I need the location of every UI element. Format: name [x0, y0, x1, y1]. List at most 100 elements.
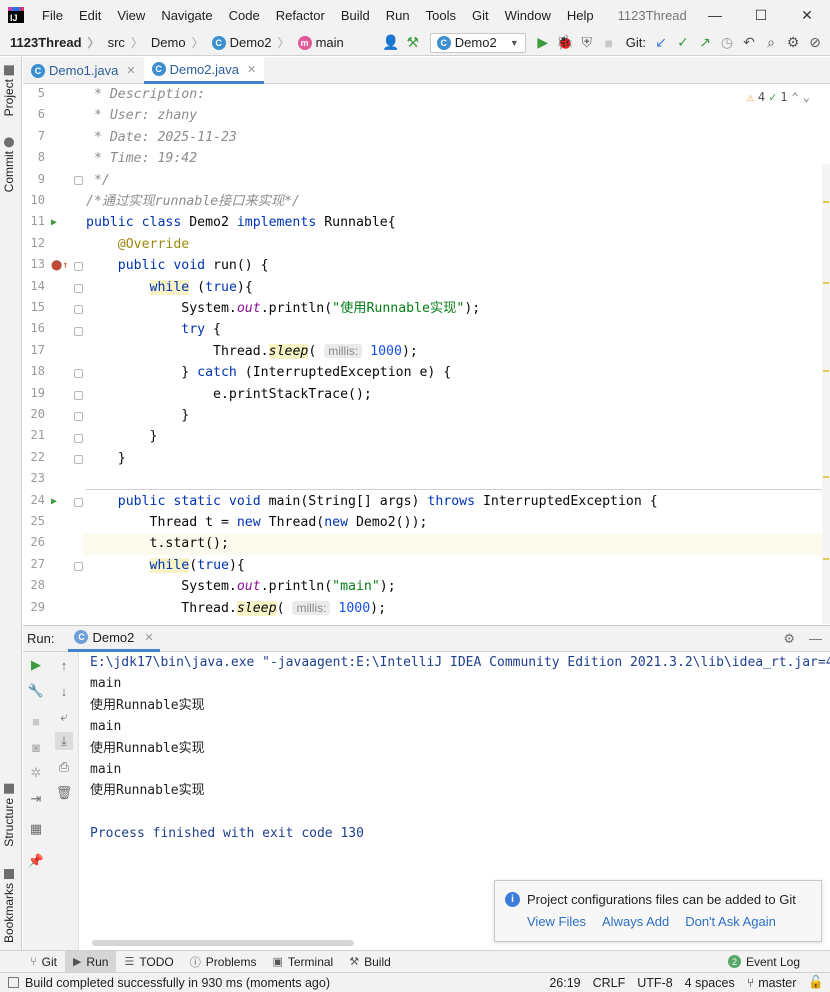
commit-tool-tab[interactable]: Commit	[2, 137, 16, 192]
menu-edit[interactable]: Edit	[71, 8, 109, 23]
user-icon[interactable]: 👤	[380, 32, 402, 54]
stripe-mark[interactable]	[823, 476, 829, 478]
maximize-icon[interactable]: ☐	[738, 0, 784, 30]
code-editor[interactable]: 5 6 7 8 9 10 11 12 13 14 15 16 17 18 19 …	[23, 84, 830, 624]
run-gutter-icon[interactable]: ▶	[51, 217, 57, 228]
rerun-icon[interactable]: ▶	[27, 656, 45, 674]
run-config-select[interactable]: C Demo2 ▼	[429, 32, 526, 53]
fold-marker-icon[interactable]	[74, 327, 83, 336]
override-gutter-icon[interactable]: ⬤↑	[51, 260, 68, 271]
run-tab-demo2[interactable]: C Demo2 ✕	[68, 626, 160, 652]
status-message[interactable]: Build completed successfully in 930 ms (…	[0, 976, 330, 990]
pin-icon[interactable]: 📌	[27, 852, 45, 870]
exit-icon[interactable]: ⇥	[27, 790, 45, 808]
stripe-mark[interactable]	[823, 201, 829, 203]
rollback-icon[interactable]: ↶	[738, 32, 760, 54]
breadcrumb-main[interactable]: m main	[290, 35, 344, 50]
fold-marker-icon[interactable]	[74, 498, 83, 507]
menu-window[interactable]: Window	[497, 8, 559, 23]
horizontal-scrollbar[interactable]	[92, 940, 354, 946]
bug-icon[interactable]: ✲	[27, 764, 45, 782]
menu-view[interactable]: View	[109, 8, 153, 23]
coverage-icon[interactable]: ⛨	[576, 32, 598, 54]
code-with-me-icon[interactable]: ⊘	[804, 32, 826, 54]
print-icon[interactable]: ⎙	[55, 758, 73, 776]
view-files-link[interactable]: View Files	[527, 914, 586, 929]
git-update-icon[interactable]: ↙	[650, 32, 672, 54]
fold-marker-icon[interactable]	[74, 305, 83, 314]
chevron-up-icon[interactable]: ⌃	[792, 90, 799, 104]
wrench-icon[interactable]: 🔧	[27, 682, 45, 700]
breadcrumb-project[interactable]: 1123Thread 〉	[0, 34, 100, 51]
tab-demo2-java[interactable]: C Demo2.java ✕	[143, 57, 265, 84]
menu-build[interactable]: Build	[333, 8, 378, 23]
camera-icon[interactable]: ◙	[27, 738, 45, 756]
git-branch-widget[interactable]: ⑂ master	[747, 976, 797, 990]
menu-help[interactable]: Help	[559, 8, 602, 23]
close-icon[interactable]: ✕	[144, 631, 153, 644]
close-icon[interactable]: ✕	[247, 63, 256, 76]
history-icon[interactable]: ◷	[716, 32, 738, 54]
menu-git[interactable]: Git	[464, 8, 497, 23]
tool-tab-todo[interactable]: ☰ TODO	[116, 951, 181, 973]
tool-tab-terminal[interactable]: ▣ Terminal	[264, 951, 341, 973]
run-gutter-icon[interactable]: ▶	[51, 496, 57, 507]
hammer-icon[interactable]: ⚒	[402, 32, 424, 54]
event-log-tab[interactable]: 2 Event Log	[727, 955, 800, 969]
fold-marker-icon[interactable]	[74, 262, 83, 271]
menu-navigate[interactable]: Navigate	[153, 8, 220, 23]
bookmarks-tool-tab[interactable]: Bookmarks	[2, 869, 16, 943]
git-push-icon[interactable]: ↗	[694, 32, 716, 54]
stop-icon[interactable]: ■	[598, 32, 620, 54]
run-icon[interactable]: ▶	[532, 32, 554, 54]
fold-marker-icon[interactable]	[74, 412, 83, 421]
stripe-mark[interactable]	[823, 282, 829, 284]
trash-icon[interactable]: 🗑	[55, 784, 73, 802]
minimize-icon[interactable]: —	[809, 631, 822, 647]
dont-ask-again-link[interactable]: Don't Ask Again	[685, 914, 776, 929]
status-toggle-icon[interactable]	[8, 977, 19, 988]
structure-tool-tab[interactable]: Structure	[2, 784, 16, 847]
menu-refactor[interactable]: Refactor	[268, 8, 333, 23]
file-encoding[interactable]: UTF-8	[637, 976, 672, 990]
stop-icon[interactable]: ■	[27, 712, 45, 730]
chevron-down-icon[interactable]: ⌄	[803, 90, 810, 104]
fold-marker-icon[interactable]	[74, 176, 83, 185]
breadcrumb-src[interactable]: src 〉	[100, 34, 143, 51]
fold-marker-icon[interactable]	[74, 391, 83, 400]
stripe-mark[interactable]	[823, 558, 829, 560]
fold-marker-icon[interactable]	[74, 284, 83, 293]
breadcrumb-demo[interactable]: Demo 〉	[143, 34, 204, 51]
caret-position[interactable]: 26:19	[549, 976, 580, 990]
debug-icon[interactable]: 🐞	[554, 32, 576, 54]
arrow-up-icon[interactable]: ↑	[55, 656, 73, 674]
menu-tools[interactable]: Tools	[418, 8, 464, 23]
close-icon[interactable]: ✕	[126, 64, 135, 77]
tool-tab-run[interactable]: ▶ Run	[64, 950, 117, 973]
inspection-widget[interactable]: ⚠ 4 ✓ 1 ⌃ ⌄	[747, 90, 810, 104]
git-commit-icon[interactable]: ✓	[672, 32, 694, 54]
menu-run[interactable]: Run	[378, 8, 418, 23]
gear-icon[interactable]: ⚙	[783, 631, 795, 647]
fold-marker-icon[interactable]	[74, 455, 83, 464]
error-stripe[interactable]	[822, 164, 830, 624]
project-tool-tab[interactable]: Project	[2, 65, 16, 116]
menu-file[interactable]: File	[34, 8, 71, 23]
fold-marker-icon[interactable]	[74, 434, 83, 443]
tool-tab-git[interactable]: ⑂ Git	[22, 951, 65, 973]
gear-icon[interactable]: ⚙	[782, 32, 804, 54]
tab-demo1-java[interactable]: C Demo1.java ✕	[23, 57, 144, 84]
arrow-down-icon[interactable]: ↓	[55, 682, 73, 700]
tool-tab-build[interactable]: ⚒ Build	[341, 951, 399, 973]
indent-setting[interactable]: 4 spaces	[685, 976, 735, 990]
always-add-link[interactable]: Always Add	[602, 914, 669, 929]
minimize-icon[interactable]: —	[692, 0, 738, 30]
close-icon[interactable]: ✕	[784, 0, 830, 30]
stripe-mark[interactable]	[823, 370, 829, 372]
scroll-to-end-icon[interactable]: ⤓	[55, 732, 73, 750]
layout-icon[interactable]: ▦	[27, 820, 45, 838]
line-separator[interactable]: CRLF	[593, 976, 626, 990]
menu-code[interactable]: Code	[221, 8, 268, 23]
fold-marker-icon[interactable]	[74, 562, 83, 571]
breadcrumb-demo2[interactable]: C Demo2 〉	[204, 34, 290, 51]
